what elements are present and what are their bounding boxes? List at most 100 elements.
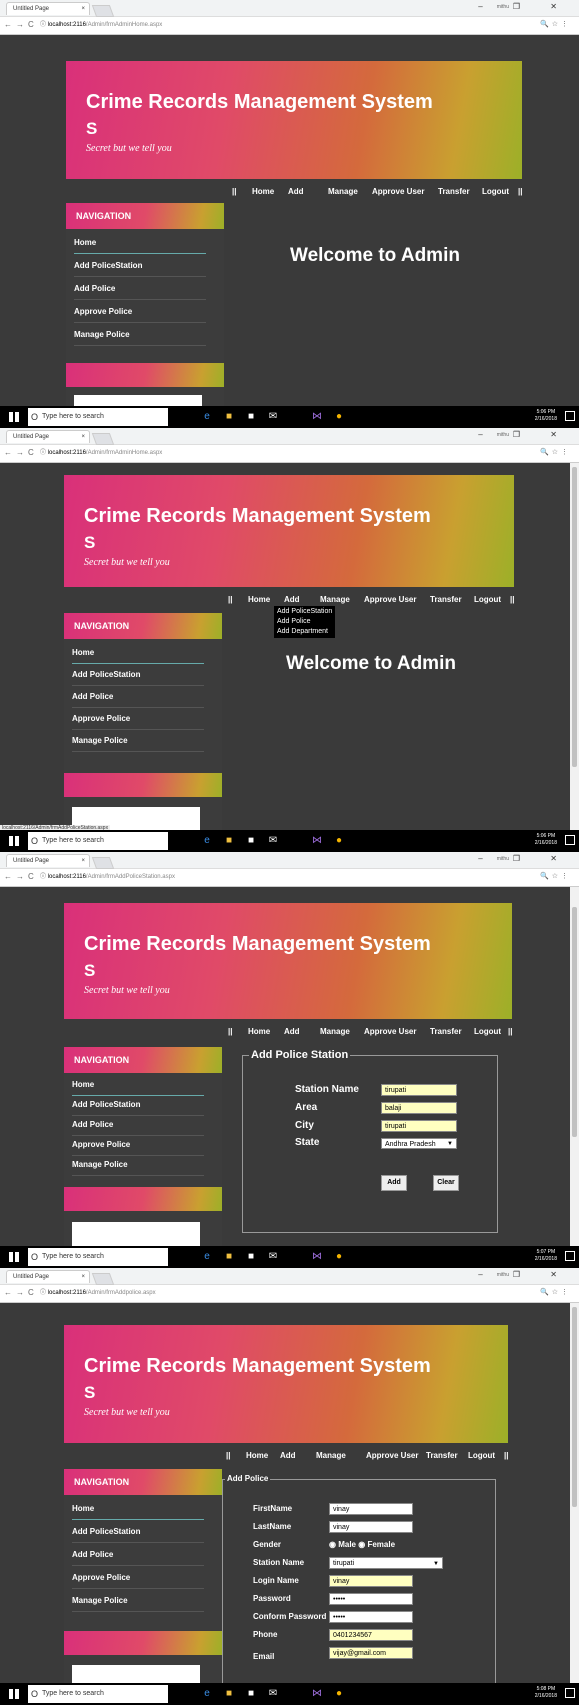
- menu-add[interactable]: Add: [280, 1451, 296, 1460]
- close-tab-icon[interactable]: ×: [81, 855, 85, 868]
- sidebar-item-manage-police[interactable]: Manage Police: [72, 1155, 204, 1176]
- mail-icon[interactable]: ✉: [266, 410, 280, 424]
- windows-start-icon[interactable]: [9, 1252, 19, 1262]
- close-tab-icon[interactable]: ×: [81, 3, 85, 16]
- sidebar-item-add-policestation[interactable]: Add PoliceStation: [72, 1522, 204, 1543]
- menu-logout[interactable]: Logout: [468, 1451, 495, 1460]
- menu-approve-user[interactable]: Approve User: [364, 595, 416, 604]
- sidebar-item-manage-police[interactable]: Manage Police: [72, 1591, 204, 1612]
- password-input[interactable]: •••••: [329, 1593, 413, 1605]
- menu-add[interactable]: Add: [284, 1027, 300, 1036]
- new-tab-button[interactable]: [91, 857, 115, 869]
- taskbar-clock[interactable]: 5:06 PM 2/16/2018: [535, 409, 557, 423]
- sidebar-item-manage-police[interactable]: Manage Police: [72, 731, 204, 752]
- radio-male-icon[interactable]: ◉: [329, 1540, 336, 1549]
- scrollbar[interactable]: [570, 1303, 579, 1685]
- back-forward-reload-icons[interactable]: ←→C: [4, 20, 38, 29]
- mail-icon[interactable]: ✉: [266, 1250, 280, 1264]
- chrome-icon[interactable]: ●: [332, 1250, 346, 1264]
- phone-input[interactable]: 0401234567: [329, 1629, 413, 1641]
- taskbar-search[interactable]: O Type here to search: [28, 1685, 168, 1703]
- back-forward-reload-icons[interactable]: ←→C: [4, 1288, 38, 1297]
- notification-icon[interactable]: [565, 835, 575, 845]
- explorer-icon[interactable]: ■: [222, 1687, 236, 1701]
- window-controls[interactable]: – ❐ ✕: [478, 2, 571, 11]
- taskbar-clock[interactable]: 5:08 PM 2/16/2018: [535, 1686, 557, 1700]
- sidebar-item-approve-police[interactable]: Approve Police: [72, 709, 204, 730]
- sidebar-item-add-policestation[interactable]: Add PoliceStation: [74, 256, 206, 277]
- state-select[interactable]: Andhra Pradesh ▼: [381, 1138, 457, 1149]
- sidebar-item-approve-police[interactable]: Approve Police: [74, 302, 206, 323]
- address-bar-icons[interactable]: 🔍☆⋮: [540, 1288, 571, 1296]
- new-tab-button[interactable]: [91, 433, 115, 445]
- menu-manage[interactable]: Manage: [316, 1451, 346, 1460]
- login-name-input[interactable]: vinay: [329, 1575, 413, 1587]
- menu-add[interactable]: Add: [284, 595, 300, 604]
- taskbar-search[interactable]: O Type here to search: [28, 1248, 168, 1266]
- windows-start-icon[interactable]: [9, 836, 19, 846]
- city-input[interactable]: tirupati: [381, 1120, 457, 1132]
- window-controls[interactable]: – ❐ ✕: [478, 1270, 571, 1279]
- new-tab-button[interactable]: [91, 5, 115, 17]
- menu-logout[interactable]: Logout: [482, 187, 509, 196]
- area-input[interactable]: balaji: [381, 1102, 457, 1114]
- sidebar-item-home[interactable]: Home: [72, 1075, 204, 1096]
- close-tab-icon[interactable]: ×: [81, 1271, 85, 1284]
- new-tab-button[interactable]: [91, 1273, 115, 1285]
- menu-home[interactable]: Home: [248, 1027, 270, 1036]
- menu-logout[interactable]: Logout: [474, 595, 501, 604]
- window-controls[interactable]: – ❐ ✕: [478, 854, 571, 863]
- taskbar-search[interactable]: O Type here to search: [28, 408, 168, 426]
- address-bar-icons[interactable]: 🔍☆⋮: [540, 448, 571, 456]
- browser-tab[interactable]: Untitled Page ×: [6, 1270, 90, 1283]
- edge-icon[interactable]: e: [200, 1250, 214, 1264]
- sidebar-item-home[interactable]: Home: [74, 233, 206, 254]
- notification-icon[interactable]: [565, 411, 575, 421]
- visual-studio-icon[interactable]: ⋈: [310, 1687, 324, 1701]
- edge-icon[interactable]: e: [200, 410, 214, 424]
- menu-approve-user[interactable]: Approve User: [364, 1027, 416, 1036]
- radio-female-icon[interactable]: ◉: [358, 1540, 365, 1549]
- address-bar[interactable]: ←→C ⓘ localhost:2116/Admin/frmAdminHome.…: [0, 445, 579, 463]
- scrollbar[interactable]: [570, 887, 579, 1248]
- scrollbar[interactable]: [570, 463, 579, 832]
- menu-approve-user[interactable]: Approve User: [366, 1451, 418, 1460]
- back-forward-reload-icons[interactable]: ←→C: [4, 872, 38, 881]
- back-forward-reload-icons[interactable]: ←→C: [4, 448, 38, 457]
- sidebar-item-home[interactable]: Home: [72, 1499, 204, 1520]
- menu-add[interactable]: Add: [288, 187, 304, 196]
- explorer-icon[interactable]: ■: [222, 834, 236, 848]
- windows-start-icon[interactable]: [9, 412, 19, 422]
- sidebar-item-add-police[interactable]: Add Police: [72, 687, 204, 708]
- url-field[interactable]: ⓘ localhost:2116/Admin/frmAdminHome.aspx: [40, 20, 490, 31]
- visual-studio-icon[interactable]: ⋈: [310, 410, 324, 424]
- add-button[interactable]: Add: [381, 1175, 407, 1191]
- store-icon[interactable]: ■: [244, 1250, 258, 1264]
- visual-studio-icon[interactable]: ⋈: [310, 1250, 324, 1264]
- sidebar-item-approve-police[interactable]: Approve Police: [72, 1135, 204, 1156]
- address-bar[interactable]: ←→C ⓘ localhost:2116/Admin/frmAddPoliceS…: [0, 869, 579, 887]
- sidebar-item-add-policestation[interactable]: Add PoliceStation: [72, 1095, 204, 1116]
- clear-button[interactable]: Clear: [433, 1175, 459, 1191]
- notification-icon[interactable]: [565, 1688, 575, 1698]
- store-icon[interactable]: ■: [244, 1687, 258, 1701]
- chrome-icon[interactable]: ●: [332, 834, 346, 848]
- menu-home[interactable]: Home: [248, 595, 270, 604]
- address-bar-icons[interactable]: 🔍☆⋮: [540, 20, 571, 28]
- store-icon[interactable]: ■: [244, 834, 258, 848]
- gender-radio-group[interactable]: ◉ Male ◉ Female: [329, 1540, 395, 1549]
- windows-start-icon[interactable]: [9, 1689, 19, 1699]
- explorer-icon[interactable]: ■: [222, 410, 236, 424]
- dropdown-add-police[interactable]: Add Police: [277, 617, 332, 627]
- sidebar-item-add-police[interactable]: Add Police: [72, 1115, 204, 1136]
- station-name-select[interactable]: tirupati ▼: [329, 1557, 443, 1569]
- edge-icon[interactable]: e: [200, 834, 214, 848]
- browser-tab[interactable]: Untitled Page ×: [6, 430, 90, 443]
- sidebar-item-add-policestation[interactable]: Add PoliceStation: [72, 665, 204, 686]
- browser-tab[interactable]: Untitled Page ×: [6, 2, 90, 15]
- address-bar[interactable]: ←→C ⓘ localhost:2116/Admin/frmAddpolice.…: [0, 1285, 579, 1303]
- url-field[interactable]: ⓘ localhost:2116/Admin/frmAddPoliceStati…: [40, 872, 490, 883]
- notification-icon[interactable]: [565, 1251, 575, 1261]
- menu-transfer[interactable]: Transfer: [426, 1451, 458, 1460]
- url-field[interactable]: ⓘ localhost:2116/Admin/frmAddpolice.aspx: [40, 1288, 490, 1299]
